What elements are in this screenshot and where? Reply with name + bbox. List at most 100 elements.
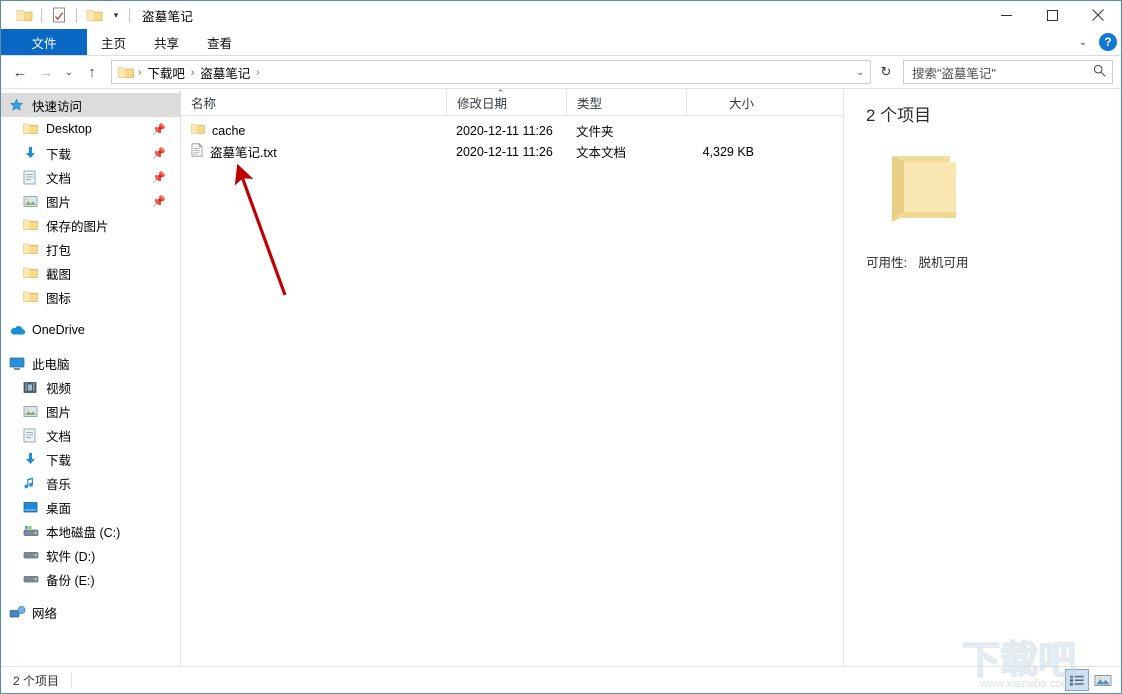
close-button[interactable] [1075,1,1121,29]
sidebar-label-screenshots: 截图 [46,267,72,282]
table-row[interactable]: cache 2020-12-11 11:26 文件夹 [181,120,843,141]
sort-ascending-icon: ⌃ [497,88,505,98]
tab-file[interactable]: 文件 [1,29,87,55]
status-item-count: 2 个项目 [13,673,60,688]
sidebar-item-music[interactable]: 音乐 [1,471,180,495]
expand-ribbon-chevron-down-icon[interactable]: ⌄ [1073,32,1093,52]
breadcrumb-item-0[interactable]: 下载吧 [143,63,189,82]
window-controls [983,1,1121,29]
search-input[interactable]: 搜索"盗墓笔记" [912,63,1093,82]
breadcrumb-item-1[interactable]: 盗墓笔记 [196,63,254,82]
sidebar-item-desktop-pc[interactable]: 桌面 [1,495,180,519]
sidebar-label-documents-pc: 文档 [46,429,72,444]
table-row[interactable]: 盗墓笔记.txt 2020-12-11 11:26 文本文档 4,329 KB [181,141,843,162]
breadcrumb-separator-1[interactable]: › [189,67,196,78]
file-name-cell[interactable]: 盗墓笔记.txt [181,142,446,161]
sidebar-item-desktop[interactable]: Desktop 📌 [1,117,180,141]
tab-view[interactable]: 查看 [193,29,246,55]
address-bar: ← → ⌄ ↑ › 下载吧 › 盗墓笔记 › ⌄ ↻ 搜索"盗墓笔记" [1,56,1121,88]
column-header-date[interactable]: 修改日期 [446,89,566,115]
file-list[interactable]: 名称 修改日期 类型 大小 ⌃ cache 2020-12-11 11:26 文… [181,88,844,666]
sidebar-item-local-disk-c[interactable]: 本地磁盘 (C:) [1,519,180,543]
network-icon [9,605,29,619]
minimize-button[interactable] [983,1,1029,29]
ribbon-tabs: 文件 主页 共享 查看 ⌄ ? [1,29,1121,56]
quick-access-toolbar: ▾ 盗墓笔记 [1,4,193,26]
pictures-icon [23,405,43,418]
sidebar-item-saved-pictures[interactable]: 保存的图片 [1,213,180,237]
sidebar-item-icons[interactable]: 图标 [1,285,180,309]
view-buttons [1065,669,1115,691]
maximize-button[interactable] [1029,1,1075,29]
folder-icon [23,219,43,231]
breadcrumb[interactable]: › 下载吧 › 盗墓笔记 › ⌄ [111,60,871,84]
pin-icon[interactable]: 📌 [152,195,166,208]
recent-locations-button[interactable]: ⌄ [59,59,79,85]
qat-chevron-down-icon[interactable]: ▾ [107,4,125,26]
sidebar-item-screenshots[interactable]: 截图 [1,261,180,285]
sidebar-item-pictures[interactable]: 图片 📌 [1,189,180,213]
sidebar-item-downloads[interactable]: 下载 📌 [1,141,180,165]
sidebar-item-drive-d[interactable]: 软件 (D:) [1,543,180,567]
file-name-cell[interactable]: cache [181,123,446,138]
sidebar-item-onedrive[interactable]: OneDrive [1,318,180,342]
pin-icon[interactable]: 📌 [152,171,166,184]
music-icon [23,476,43,490]
sidebar-label-desktop-pc: 桌面 [46,501,72,516]
sidebar-item-this-pc[interactable]: 此电脑 [1,351,180,375]
sidebar-label-downloads-pc: 下载 [46,453,72,468]
breadcrumb-separator-2[interactable]: › [254,67,261,78]
sidebar-label-pictures: 图片 [46,195,72,210]
properties-icon[interactable] [46,4,72,26]
up-button[interactable]: ↑ [79,59,105,85]
file-type-cell: 文本文档 [576,146,627,160]
help-button[interactable]: ? [1099,33,1117,51]
navigation-pane[interactable]: 快速访问 Desktop 📌 下载 📌 文档 📌 图片 📌 保存的图片 打包 截… [1,89,181,666]
search-box[interactable]: 搜索"盗墓笔记" [903,60,1113,84]
refresh-button[interactable]: ↻ [873,60,899,84]
sidebar-label-saved-pictures: 保存的图片 [46,219,109,234]
ribbon-right-controls: ⌄ ? [1073,29,1117,55]
pin-icon[interactable]: 📌 [152,123,166,136]
tab-home[interactable]: 主页 [87,29,140,55]
folder-icon [23,291,43,303]
sidebar-item-quick-access[interactable]: 快速访问 [1,93,180,117]
file-date-cell: 2020-12-11 11:26 [456,144,553,159]
sidebar-item-pictures-pc[interactable]: 图片 [1,399,180,423]
folder-icon [23,267,43,279]
details-view-button[interactable] [1065,669,1089,691]
new-folder-icon[interactable] [81,4,107,26]
sidebar-item-videos[interactable]: 视频 [1,375,180,399]
tab-share[interactable]: 共享 [140,29,193,55]
desktop-icon [23,501,43,514]
back-button[interactable]: ← [7,59,33,85]
sidebar-item-packaging[interactable]: 打包 [1,237,180,261]
sidebar-item-drive-e[interactable]: 备份 (E:) [1,567,180,591]
sidebar-item-network[interactable]: 网络 [1,600,180,624]
file-size-cell: 4,329 KB [702,144,754,159]
sidebar-label-downloads: 下载 [46,147,72,162]
column-header-size[interactable]: 大小 [686,89,766,115]
status-bar: 2 个项目 [1,666,1121,693]
sidebar-label-documents: 文档 [46,171,72,186]
availability-value: 脱机可用 [918,256,969,270]
sidebar-item-downloads-pc[interactable]: 下载 [1,447,180,471]
sidebar-label-icons: 图标 [46,291,72,306]
forward-button[interactable]: → [33,59,59,85]
column-header-name[interactable]: 名称 [181,89,446,115]
download-icon [23,452,43,466]
sidebar-label-drive-e: 备份 (E:) [46,573,95,588]
drive-icon [23,574,43,584]
column-header-type[interactable]: 类型 [566,89,686,115]
folder-icon[interactable] [11,4,37,26]
sidebar-item-documents[interactable]: 文档 📌 [1,165,180,189]
address-dropdown-chevron-down-icon[interactable]: ⌄ [856,61,864,83]
pin-icon[interactable]: 📌 [152,147,166,160]
sidebar-item-documents-pc[interactable]: 文档 [1,423,180,447]
toolbar-divider-3 [129,7,130,23]
large-icons-view-button[interactable] [1091,669,1115,691]
column-headers: 名称 修改日期 类型 大小 ⌃ [181,88,843,116]
sidebar-label-videos: 视频 [46,381,72,396]
search-icon[interactable] [1093,64,1108,80]
